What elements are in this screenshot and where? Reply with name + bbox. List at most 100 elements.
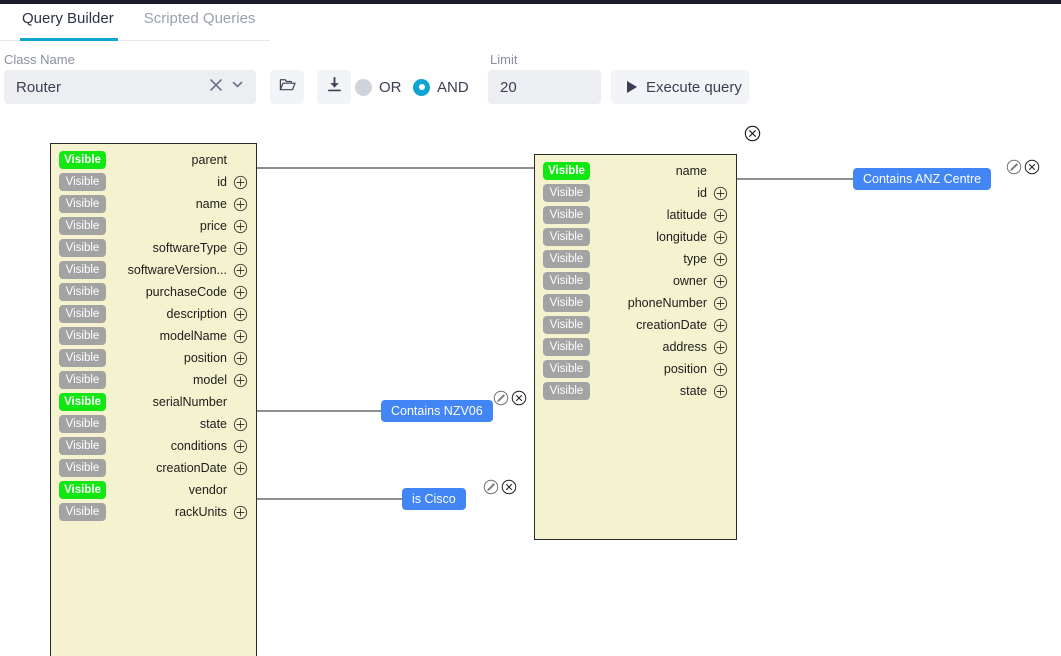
add-condition-icon[interactable] bbox=[233, 439, 248, 454]
tab-scripted-queries[interactable]: Scripted Queries bbox=[142, 4, 258, 34]
entity-field-row[interactable]: Visible softwareType bbox=[51, 237, 256, 259]
chevron-down-icon[interactable] bbox=[231, 78, 244, 96]
entity-field-row[interactable]: Visible purchaseCode bbox=[51, 281, 256, 303]
add-condition-icon[interactable] bbox=[233, 461, 248, 476]
add-condition-icon[interactable] bbox=[233, 307, 248, 322]
visibility-toggle[interactable]: Visible bbox=[59, 173, 106, 191]
visibility-toggle[interactable]: Visible bbox=[59, 217, 106, 235]
entity-field-row[interactable]: Visible softwareVersion... bbox=[51, 259, 256, 281]
entity-field-row[interactable]: Visible modelName bbox=[51, 325, 256, 347]
radio-or[interactable] bbox=[355, 78, 372, 96]
execute-query-button[interactable]: Execute query bbox=[611, 70, 749, 104]
entity-field-row[interactable]: Visible creationDate bbox=[51, 457, 256, 479]
delete-icon[interactable] bbox=[501, 479, 517, 495]
visibility-toggle[interactable]: Visible bbox=[543, 338, 590, 356]
open-query-button[interactable] bbox=[270, 70, 304, 104]
entity-field-row[interactable]: Visible phoneNumber bbox=[535, 292, 736, 314]
add-condition-icon[interactable] bbox=[713, 208, 728, 223]
entity-field-row[interactable]: Visible id bbox=[51, 171, 256, 193]
remove-entity-button[interactable] bbox=[744, 125, 761, 142]
entity-field-row[interactable]: Visible latitude bbox=[535, 204, 736, 226]
visibility-toggle[interactable]: Visible bbox=[543, 294, 590, 312]
add-condition-icon[interactable] bbox=[713, 318, 728, 333]
visibility-toggle[interactable]: Visible bbox=[59, 261, 106, 279]
entity-field-row[interactable]: Visible owner bbox=[535, 270, 736, 292]
entity-field-row[interactable]: Visible name bbox=[535, 160, 736, 182]
add-condition-icon[interactable] bbox=[713, 296, 728, 311]
add-condition-icon[interactable] bbox=[713, 274, 728, 289]
visibility-toggle[interactable]: Visible bbox=[59, 503, 106, 521]
entity-field-row[interactable]: Visible price bbox=[51, 215, 256, 237]
add-condition-icon[interactable] bbox=[713, 230, 728, 245]
entity-field-row[interactable]: Visible vendor bbox=[51, 479, 256, 501]
visibility-toggle[interactable]: Visible bbox=[543, 316, 590, 334]
visibility-toggle[interactable]: Visible bbox=[543, 206, 590, 224]
close-icon[interactable] bbox=[210, 78, 222, 96]
visibility-toggle[interactable]: Visible bbox=[543, 228, 590, 246]
router-entity[interactable]: Visible parent Visible id Visible name Visible… bbox=[50, 143, 257, 656]
entity-field-row[interactable]: Visible conditions bbox=[51, 435, 256, 457]
condition-chip[interactable]: Contains NZV06 bbox=[381, 400, 493, 422]
add-condition-icon[interactable] bbox=[233, 241, 248, 256]
add-condition-icon[interactable] bbox=[713, 340, 728, 355]
add-condition-icon[interactable] bbox=[233, 263, 248, 278]
add-condition-icon[interactable] bbox=[233, 175, 248, 190]
add-condition-icon[interactable] bbox=[713, 252, 728, 267]
entity-field-row[interactable]: Visible creationDate bbox=[535, 314, 736, 336]
edit-icon[interactable] bbox=[1006, 159, 1022, 175]
add-condition-icon[interactable] bbox=[233, 285, 248, 300]
condition-chip[interactable]: is Cisco bbox=[402, 488, 466, 510]
visibility-toggle[interactable]: Visible bbox=[59, 437, 106, 455]
condition-chip[interactable]: Contains ANZ Centre bbox=[853, 168, 992, 190]
entity-field-row[interactable]: Visible state bbox=[51, 413, 256, 435]
radio-and[interactable] bbox=[413, 78, 430, 96]
add-condition-icon[interactable] bbox=[713, 186, 728, 201]
edit-icon[interactable] bbox=[483, 479, 499, 495]
delete-icon[interactable] bbox=[511, 390, 527, 406]
visibility-toggle[interactable]: Visible bbox=[59, 349, 106, 367]
visibility-toggle[interactable]: Visible bbox=[59, 415, 106, 433]
visibility-toggle[interactable]: Visible bbox=[59, 239, 106, 257]
query-canvas[interactable]: Visible parent Visible id Visible name Visible… bbox=[0, 118, 1061, 656]
visibility-toggle[interactable]: Visible bbox=[59, 283, 106, 301]
visibility-toggle[interactable]: Visible bbox=[59, 371, 106, 389]
add-condition-icon[interactable] bbox=[713, 362, 728, 377]
add-condition-icon[interactable] bbox=[233, 197, 248, 212]
visibility-toggle[interactable]: Visible bbox=[543, 360, 590, 378]
visibility-toggle[interactable]: Visible bbox=[543, 184, 590, 202]
visibility-toggle[interactable]: Visible bbox=[543, 382, 590, 400]
add-condition-icon[interactable] bbox=[233, 219, 248, 234]
entity-field-row[interactable]: Visible longitude bbox=[535, 226, 736, 248]
operator-and-option[interactable]: AND bbox=[413, 70, 469, 104]
entity-field-row[interactable]: Visible id bbox=[535, 182, 736, 204]
entity-field-row[interactable]: Visible serialNumber bbox=[51, 391, 256, 413]
add-condition-icon[interactable] bbox=[233, 329, 248, 344]
class-name-select[interactable]: Router bbox=[4, 70, 256, 104]
limit-input[interactable]: 20 bbox=[488, 70, 601, 104]
entity-field-row[interactable]: Visible description bbox=[51, 303, 256, 325]
edit-icon[interactable] bbox=[493, 390, 509, 406]
visibility-toggle[interactable]: Visible bbox=[543, 250, 590, 268]
entity-field-row[interactable]: Visible address bbox=[535, 336, 736, 358]
visibility-toggle[interactable]: Visible bbox=[59, 393, 106, 411]
add-condition-icon[interactable] bbox=[713, 384, 728, 399]
entity-field-row[interactable]: Visible parent bbox=[51, 149, 256, 171]
add-condition-icon[interactable] bbox=[233, 351, 248, 366]
visibility-toggle[interactable]: Visible bbox=[543, 162, 590, 180]
entity-field-row[interactable]: Visible model bbox=[51, 369, 256, 391]
visibility-toggle[interactable]: Visible bbox=[59, 305, 106, 323]
visibility-toggle[interactable]: Visible bbox=[59, 481, 106, 499]
entity-field-row[interactable]: Visible position bbox=[535, 358, 736, 380]
visibility-toggle[interactable]: Visible bbox=[59, 151, 106, 169]
visibility-toggle[interactable]: Visible bbox=[543, 272, 590, 290]
delete-icon[interactable] bbox=[1024, 159, 1040, 175]
add-condition-icon[interactable] bbox=[233, 417, 248, 432]
operator-or-option[interactable]: OR bbox=[355, 70, 402, 104]
visibility-toggle[interactable]: Visible bbox=[59, 459, 106, 477]
add-condition-icon[interactable] bbox=[233, 373, 248, 388]
entity-field-row[interactable]: Visible type bbox=[535, 248, 736, 270]
download-query-button[interactable] bbox=[317, 70, 351, 104]
entity-field-row[interactable]: Visible name bbox=[51, 193, 256, 215]
tab-query-builder[interactable]: Query Builder bbox=[20, 4, 116, 34]
visibility-toggle[interactable]: Visible bbox=[59, 327, 106, 345]
